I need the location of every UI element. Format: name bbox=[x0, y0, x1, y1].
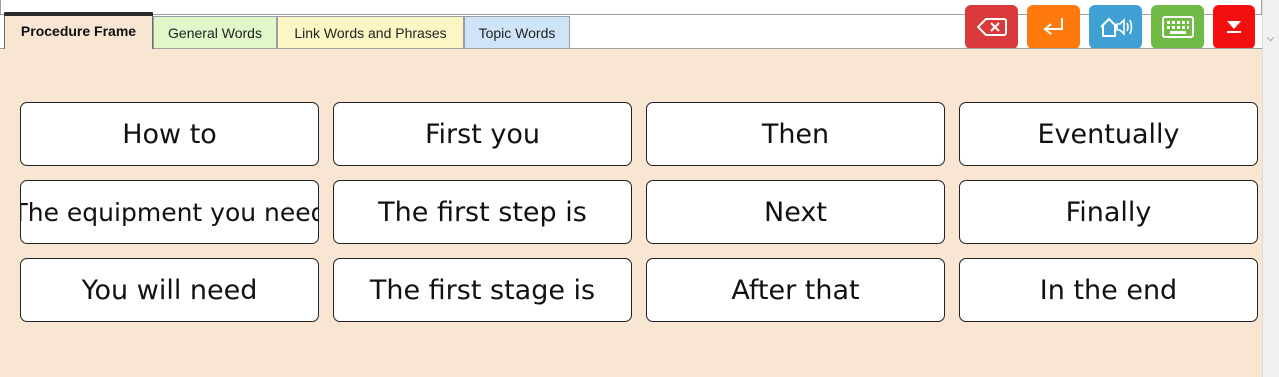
collapse-icon bbox=[1225, 19, 1243, 35]
word-button-then[interactable]: Then bbox=[646, 102, 945, 166]
speak-icon bbox=[1099, 15, 1133, 39]
word-button-the-first-stage-is[interactable]: The first stage is bbox=[333, 258, 632, 322]
word-button-after-that[interactable]: After that bbox=[646, 258, 945, 322]
tab-topic-words[interactable]: Topic Words bbox=[464, 16, 570, 48]
word-button-the-equipment-you-need[interactable]: The equipment you need bbox=[20, 180, 319, 244]
tab-general-words[interactable]: General Words bbox=[153, 16, 277, 48]
word-button-the-first-step-is[interactable]: The first step is bbox=[333, 180, 632, 244]
keyboard-button[interactable] bbox=[1151, 5, 1204, 49]
enter-button[interactable] bbox=[1027, 5, 1080, 49]
vertical-scrollbar[interactable] bbox=[1262, 0, 1279, 377]
speak-button[interactable] bbox=[1089, 5, 1142, 49]
keyboard-icon bbox=[1161, 16, 1194, 38]
tab-procedure-frame[interactable]: Procedure Frame bbox=[4, 12, 153, 49]
enter-icon bbox=[1041, 16, 1067, 38]
word-button-finally[interactable]: Finally bbox=[959, 180, 1258, 244]
word-button-next[interactable]: Next bbox=[646, 180, 945, 244]
backspace-button[interactable] bbox=[965, 5, 1018, 49]
word-button-first-you[interactable]: First you bbox=[333, 102, 632, 166]
collapse-button[interactable] bbox=[1213, 5, 1255, 49]
word-button-in-the-end[interactable]: In the end bbox=[959, 258, 1258, 322]
word-button-how-to[interactable]: How to bbox=[20, 102, 319, 166]
word-button-you-will-need[interactable]: You will need bbox=[20, 258, 319, 322]
tab-link-words-and-phrases[interactable]: Link Words and Phrases bbox=[277, 16, 464, 48]
scroll-down-arrow-icon[interactable]: ⌵ bbox=[1262, 30, 1279, 47]
backspace-icon bbox=[976, 18, 1007, 36]
word-button-eventually[interactable]: Eventually bbox=[959, 102, 1258, 166]
